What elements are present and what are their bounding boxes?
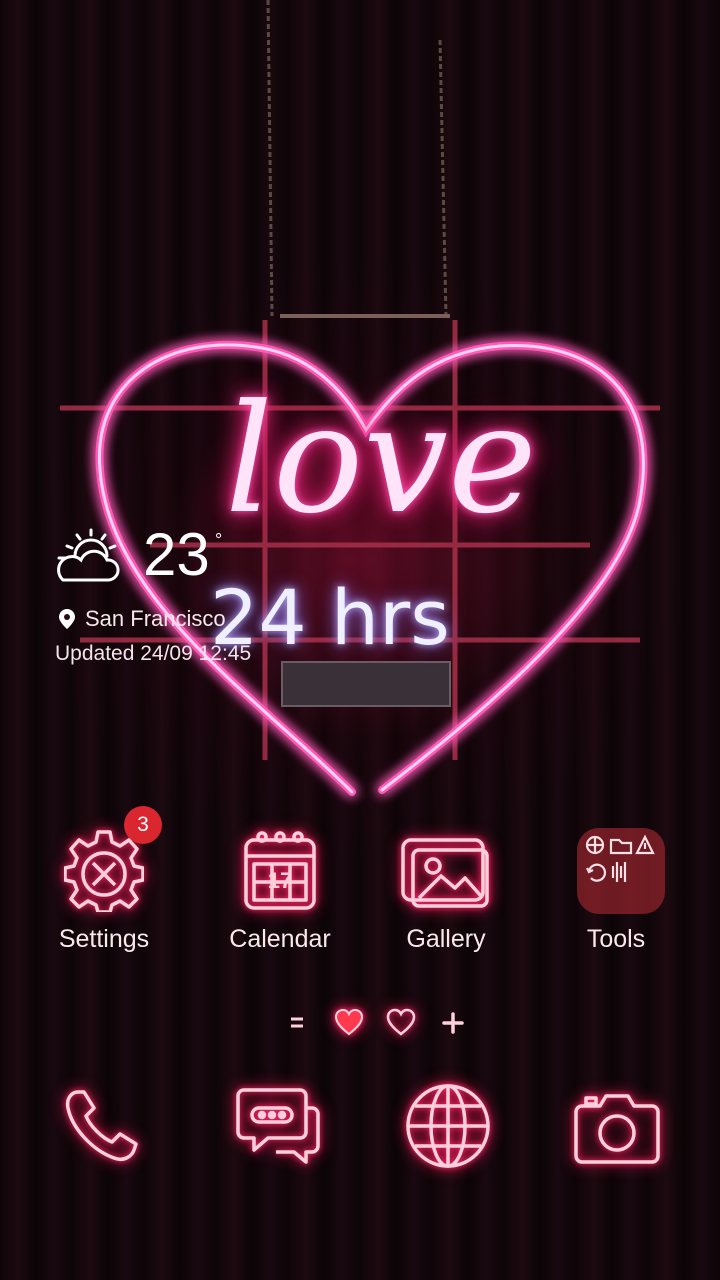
weather-updated-time: Updated 24/09 12:45 [55, 642, 252, 665]
folder-icon [577, 828, 665, 914]
calendar-icon: 17 [244, 831, 316, 910]
gallery-icon [401, 838, 489, 908]
dock-messages[interactable] [222, 1078, 332, 1174]
app-gallery-label: Gallery [406, 925, 486, 953]
partly-cloudy-icon [57, 528, 120, 582]
phone-icon [65, 1090, 138, 1162]
app-calendar[interactable]: 17 Calendar [205, 828, 355, 960]
dock-browser[interactable] [393, 1078, 503, 1174]
heart-outline-icon[interactable] [384, 1006, 418, 1040]
app-tools-label: Tools [586, 925, 646, 953]
messages-icon [236, 1088, 320, 1164]
camera-icon [574, 1094, 660, 1164]
dock-camera[interactable] [562, 1078, 672, 1174]
app-settings-label: Settings [58, 925, 150, 953]
app-gallery[interactable]: Gallery [371, 828, 521, 960]
location-name: San Francisco [85, 606, 226, 631]
browser-globe-icon [406, 1084, 490, 1168]
app-tools-folder[interactable]: Tools [541, 828, 691, 960]
location-row: San Francisco [55, 604, 355, 634]
temperature: 23 [143, 521, 210, 588]
folder-preview-icons [585, 834, 655, 882]
calendar-day: 17 [268, 868, 292, 893]
heart-filled-icon[interactable] [332, 1006, 366, 1040]
neon-love-text: love [225, 373, 537, 547]
plus-icon[interactable] [436, 1006, 470, 1040]
notification-badge: 3 [124, 806, 162, 844]
app-settings[interactable]: Settings [29, 828, 179, 960]
temperature-unit: ° [215, 530, 223, 550]
dock-phone[interactable] [48, 1078, 158, 1174]
menu-lines-icon[interactable] [280, 1006, 314, 1040]
app-calendar-label: Calendar [229, 925, 331, 953]
location-pin-icon [59, 609, 75, 629]
page-indicator[interactable] [280, 1006, 470, 1040]
